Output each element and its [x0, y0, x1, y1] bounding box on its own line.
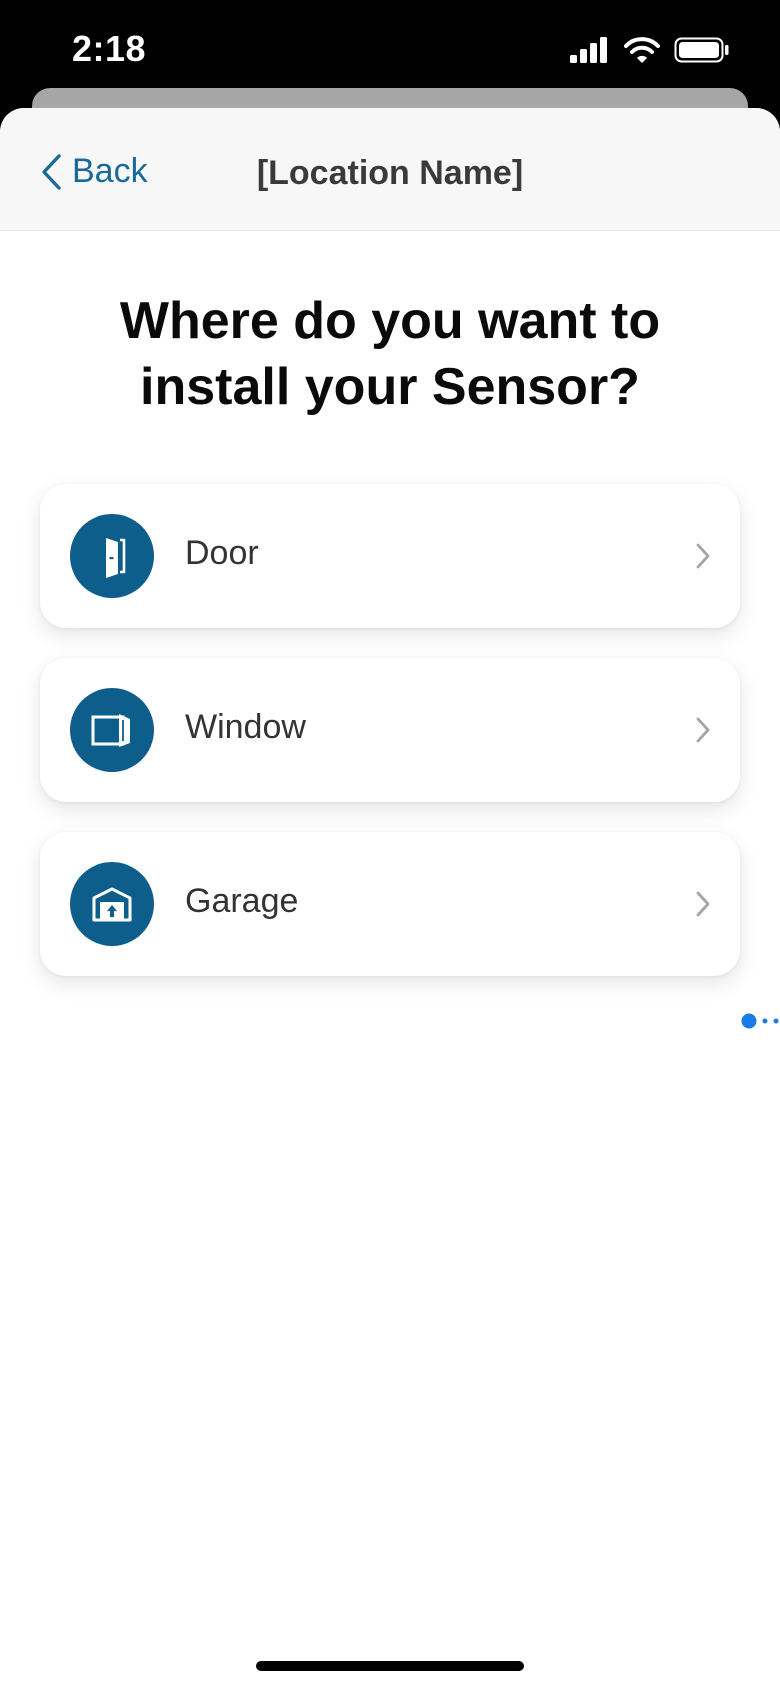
- status-time: 2:18: [72, 28, 147, 69]
- option-label: Window: [185, 708, 306, 746]
- option-window[interactable]: Window: [40, 658, 740, 802]
- nav-bar: Back [Location Name]: [0, 108, 780, 231]
- status-icons: [570, 36, 730, 64]
- garage-icon-circle: [70, 862, 154, 946]
- door-icon: [106, 538, 126, 578]
- nav-title: [Location Name]: [256, 154, 524, 192]
- garage-icon: [92, 887, 132, 922]
- option-garage[interactable]: Garage: [40, 832, 740, 976]
- modal-sheet: Back [Location Name] Where do you want t…: [0, 108, 780, 1688]
- drag-handle-dots-icon[interactable]: [741, 1012, 780, 1030]
- status-bar: 2:18: [0, 0, 780, 100]
- home-indicator[interactable]: [256, 1661, 524, 1671]
- option-door[interactable]: Door: [40, 484, 740, 628]
- chevron-right-icon: [696, 717, 710, 743]
- page-title: Where do you want to install your Sensor…: [119, 292, 661, 416]
- window-icon: [91, 714, 130, 747]
- option-label: Garage: [185, 882, 299, 920]
- option-label: Door: [185, 534, 259, 572]
- signal-icon: [570, 37, 607, 63]
- chevron-right-icon: [696, 891, 710, 917]
- wifi-icon: [624, 37, 660, 63]
- chevron-right-icon: [696, 543, 710, 569]
- door-icon-circle: [70, 514, 154, 598]
- window-icon-circle: [70, 688, 154, 772]
- battery-icon: [674, 37, 729, 63]
